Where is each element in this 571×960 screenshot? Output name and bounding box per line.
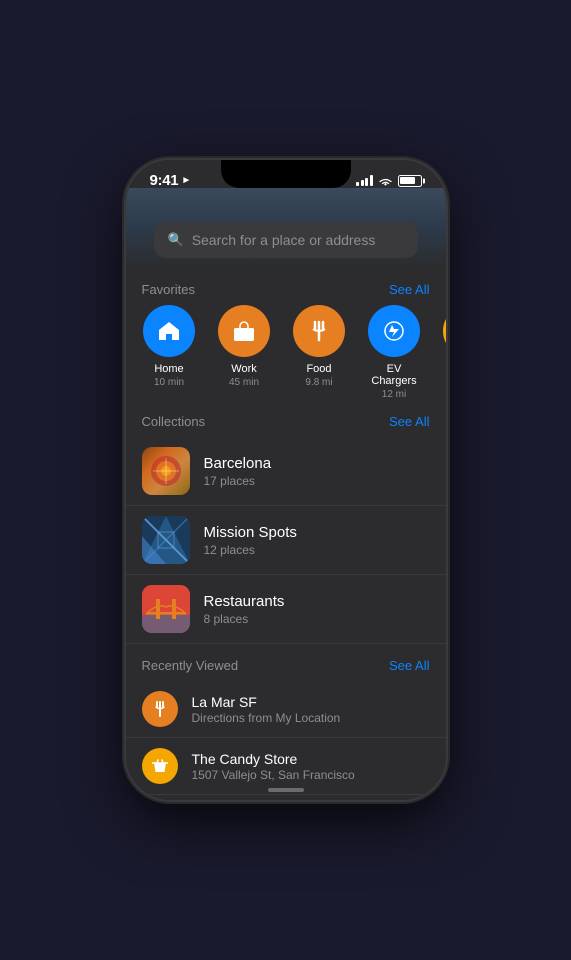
grocery-icon-circle: [443, 305, 446, 357]
work-label: Work: [231, 363, 256, 375]
favorites-title: Favorites: [142, 282, 195, 297]
favorite-work[interactable]: Work 45 min: [217, 305, 272, 400]
recently-viewed-header: Recently Viewed See All: [126, 644, 446, 681]
favorites-see-all[interactable]: See All: [389, 282, 429, 297]
restaurants-thumbnail: [142, 585, 190, 633]
lamar-sub: Directions from My Location: [192, 711, 341, 725]
search-bar[interactable]: 🔍 Search for a place or address: [154, 222, 418, 258]
lamar-info: La Mar SF Directions from My Location: [192, 694, 341, 725]
candy-sub: 1507 Vallejo St, San Francisco: [192, 768, 355, 782]
phone-frame: 9:41 ►: [126, 160, 446, 800]
favorites-list: Home 10 min Work 45 min: [126, 305, 446, 400]
signal-bars-icon: [356, 175, 373, 186]
favorite-food[interactable]: Food 9.8 mi: [292, 305, 347, 400]
main-content: Favorites See All Home 10 min: [126, 268, 446, 800]
mission-name: Mission Spots: [204, 524, 297, 541]
candy-icon: [142, 748, 178, 784]
recent-lamar[interactable]: La Mar SF Directions from My Location: [126, 681, 446, 738]
recent-matcha[interactable]: Stonemill Matcha 561 Valencia St, San Fr…: [126, 795, 446, 800]
phone-screen: 9:41 ►: [126, 160, 446, 800]
mission-count: 12 places: [204, 543, 297, 557]
collection-mission[interactable]: Mission Spots 12 places: [126, 506, 446, 575]
work-sublabel: 45 min: [229, 377, 259, 388]
lamar-icon: [142, 691, 178, 727]
status-time: 9:41: [150, 172, 179, 189]
collection-barcelona[interactable]: Barcelona 17 places: [126, 437, 446, 506]
restaurants-count: 8 places: [204, 612, 285, 626]
ev-label: EV Chargers: [367, 363, 422, 387]
recently-viewed-title: Recently Viewed: [142, 658, 239, 673]
home-sublabel: 10 min: [154, 377, 184, 388]
ev-icon-circle: [368, 305, 420, 357]
food-icon-circle: [293, 305, 345, 357]
collections-see-all[interactable]: See All: [389, 414, 429, 429]
mission-thumbnail: [142, 516, 190, 564]
collections-title: Collections: [142, 414, 206, 429]
barcelona-info: Barcelona 17 places: [204, 455, 272, 488]
candy-name: The Candy Store: [192, 751, 355, 767]
location-icon: ►: [181, 175, 191, 186]
barcelona-name: Barcelona: [204, 455, 272, 472]
favorite-home[interactable]: Home 10 min: [142, 305, 197, 400]
favorite-ev[interactable]: EV Chargers 12 mi: [367, 305, 422, 400]
notch: [221, 160, 351, 188]
favorite-grocery[interactable]: Groc 13 m: [442, 305, 446, 400]
mission-info: Mission Spots 12 places: [204, 524, 297, 557]
status-icons: [356, 175, 422, 187]
restaurants-name: Restaurants: [204, 593, 285, 610]
home-label: Home: [154, 363, 183, 375]
battery-icon: [398, 175, 422, 187]
maps-background: 🔍 Search for a place or address: [126, 188, 446, 268]
collections-section-header: Collections See All: [126, 400, 446, 437]
barcelona-thumbnail: [142, 447, 190, 495]
candy-info: The Candy Store 1507 Vallejo St, San Fra…: [192, 751, 355, 782]
favorites-section-header: Favorites See All: [126, 268, 446, 305]
recently-viewed-see-all[interactable]: See All: [389, 658, 429, 673]
home-indicator: [268, 788, 304, 792]
collection-restaurants[interactable]: Restaurants 8 places: [126, 575, 446, 644]
ev-sublabel: 12 mi: [382, 389, 406, 400]
food-sublabel: 9.8 mi: [305, 377, 332, 388]
work-icon-circle: [218, 305, 270, 357]
search-input-placeholder: Search for a place or address: [192, 232, 376, 248]
lamar-name: La Mar SF: [192, 694, 341, 710]
wifi-icon: [378, 175, 393, 186]
home-icon-circle: [143, 305, 195, 357]
barcelona-count: 17 places: [204, 474, 272, 488]
recent-candy[interactable]: The Candy Store 1507 Vallejo St, San Fra…: [126, 738, 446, 795]
restaurants-info: Restaurants 8 places: [204, 593, 285, 626]
search-icon: 🔍: [168, 232, 184, 248]
food-label: Food: [306, 363, 331, 375]
